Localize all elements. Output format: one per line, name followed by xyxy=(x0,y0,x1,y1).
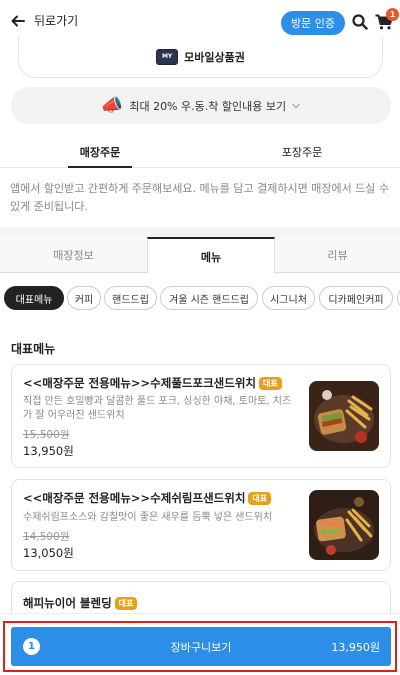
signature-badge: 대표 xyxy=(259,377,282,390)
chip-signature[interactable]: 시그니처 xyxy=(262,286,315,310)
menu-item-original-price: 15,500원 xyxy=(23,429,70,441)
menu-item-card[interactable]: <<매장주문 전용메뉴>>수제쉬림프샌드위치 대표 수제쉬림프소스와 감칠맛이 좋… xyxy=(11,479,391,571)
gift-voucher-icon: MY xyxy=(156,48,179,65)
cart-count-badge: 1 xyxy=(386,8,399,21)
discount-banner[interactable]: 📣 최대 20% 우.동.착 할인내용 보기 xyxy=(11,87,391,124)
menu-item-title: <<매장주문 전용메뉴>>수제쉬림프샌드위치 대표 xyxy=(23,490,272,506)
menu-item-card[interactable]: <<매장주문 전용메뉴>>수제풀드포크샌드위치 대표 직접 만든 호밀빵과 달콤한… xyxy=(11,364,391,468)
back-button[interactable]: 뒤로가기 xyxy=(10,12,78,29)
search-icon[interactable] xyxy=(352,14,368,30)
tab-menu[interactable]: 메뉴 xyxy=(147,237,275,274)
order-type-tabs: 매장주문 포장주문 xyxy=(0,137,400,168)
menu-item-description: 직접 만든 호밀빵과 달콤한 풀드 포크, 싱싱한 야채, 토마토, 치즈가 잘… xyxy=(23,396,292,421)
category-chips: 대표메뉴 커피 핸드드립 겨울 시즌 핸드드립 시그니처 디카페인커피 xyxy=(0,286,400,312)
tab-dine-in[interactable]: 매장주문 xyxy=(68,137,132,168)
menu-item-title-text: <<매장주문 전용메뉴>>수제쉬림프샌드위치 xyxy=(23,491,246,505)
chip-hand-drip[interactable]: 핸드드립 xyxy=(104,286,157,310)
order-notice: 앱에서 할인받고 간편하게 주문해보세요. 메뉴를 담고 결제하시면 매장에서 … xyxy=(10,182,390,213)
menu-item-title: 해피뉴이어 블렌딩 대표 xyxy=(23,595,138,611)
chip-signature-menu[interactable]: 대표메뉴 xyxy=(4,286,64,310)
discount-label: 최대 20% 우.동.착 할인내용 보기 xyxy=(129,99,287,113)
mobile-voucher-button[interactable]: MY 모바일상품권 xyxy=(18,36,383,78)
chip-decaf[interactable]: 디카페인커피 xyxy=(319,286,393,310)
chip-winter-hand-drip[interactable]: 겨울 시즌 핸드드립 xyxy=(160,286,258,310)
visit-auth-button[interactable]: 방문 인증 xyxy=(281,11,345,35)
menu-item-image xyxy=(309,381,379,451)
chip-coffee[interactable]: 커피 xyxy=(67,286,101,310)
menu-item-original-price: 14,500원 xyxy=(23,531,70,543)
tab-takeout[interactable]: 포장주문 xyxy=(270,137,334,167)
megaphone-icon: 📣 xyxy=(100,95,124,116)
arrow-left-icon xyxy=(11,15,25,26)
cart-item-count: 1 xyxy=(23,638,40,655)
cart-total-price: 13,950원 xyxy=(331,641,380,654)
back-label: 뒤로가기 xyxy=(34,14,79,28)
voucher-label: 모바일상품권 xyxy=(184,50,245,64)
menu-item-title: <<매장주문 전용메뉴>>수제풀드포크샌드위치 대표 xyxy=(23,375,282,391)
view-cart-button[interactable]: 장바구니보기 1 13,950원 xyxy=(11,627,391,666)
chevron-down-icon xyxy=(292,103,301,108)
menu-item-price: 13,950원 xyxy=(23,444,74,458)
signature-badge: 대표 xyxy=(114,597,138,610)
section-divider xyxy=(0,227,400,237)
page: 뒤로가기 방문 인증 1 MY 모바일상품권 📣 최대 20% 우.동.착 할인… xyxy=(0,0,400,675)
tab-store-info[interactable]: 매장정보 xyxy=(0,237,147,273)
menu-item-description: 수제쉬림프소스와 감칠맛이 좋은 새우를 듬뿍 넣은 샌드위치 xyxy=(23,512,273,523)
menu-item-image xyxy=(309,490,379,560)
store-tabs: 매장정보 메뉴 리뷰 xyxy=(0,237,400,274)
menu-item-title-text: <<매장주문 전용메뉴>>수제풀드포크샌드위치 xyxy=(23,376,256,390)
section-title: 대표메뉴 xyxy=(11,342,56,356)
menu-item-price: 13,050원 xyxy=(23,546,74,560)
signature-badge: 대표 xyxy=(248,492,272,505)
tab-reviews[interactable]: 리뷰 xyxy=(275,237,400,273)
menu-item-title-text: 해피뉴이어 블렌딩 xyxy=(23,596,112,610)
